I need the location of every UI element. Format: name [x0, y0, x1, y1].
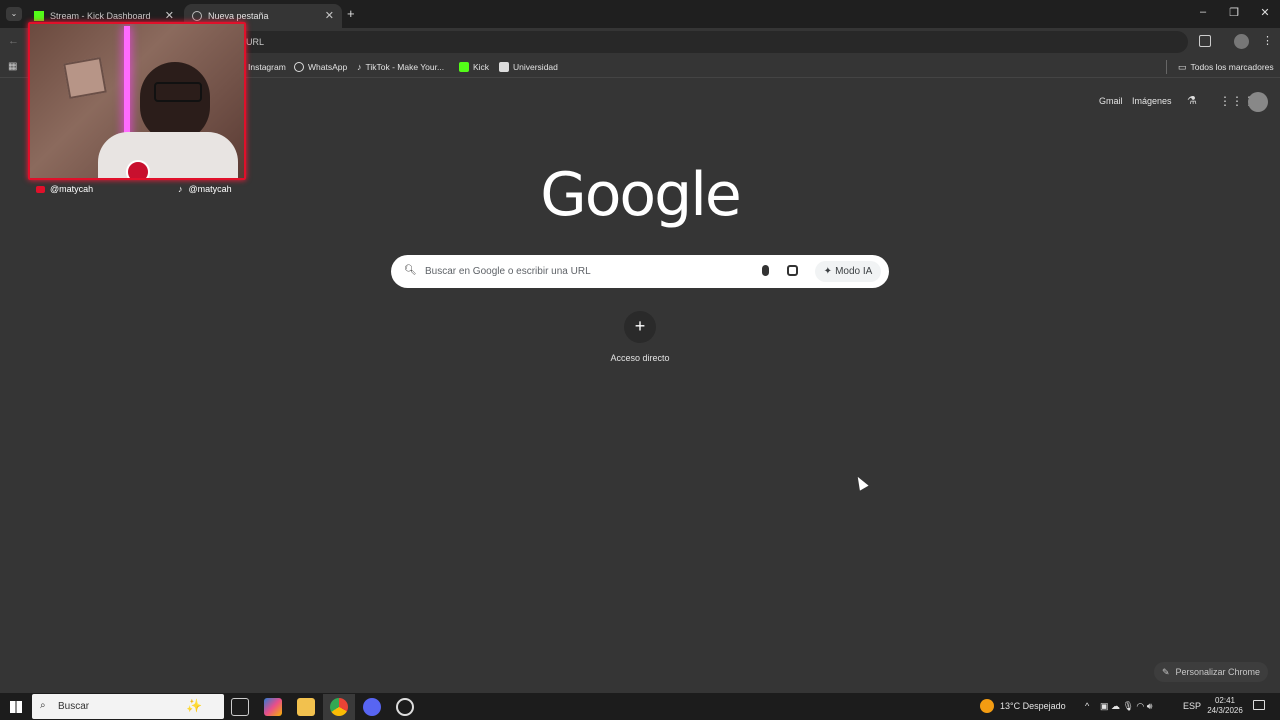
person-body — [98, 132, 238, 178]
omnibox-text: URL — [246, 37, 265, 47]
bookmark-instagram[interactable]: Instagram — [248, 60, 286, 74]
bookmark-label: Kick — [473, 62, 490, 72]
copilot-icon[interactable] — [264, 698, 282, 716]
club-badge — [126, 160, 150, 178]
language-indicator[interactable]: ESP — [1183, 701, 1201, 711]
bookmark-kick[interactable]: Kick — [459, 60, 489, 74]
bookmark-whatsapp[interactable]: WhatsApp — [294, 60, 347, 74]
labs-flask-icon[interactable]: ⚗ — [1187, 94, 1197, 107]
sparkle-search-icon: ✦ — [823, 266, 833, 277]
bookmark-label: TikTok - Make Your... — [365, 62, 445, 72]
voice-search-icon[interactable] — [762, 265, 769, 276]
search-icon: 🔍︎ — [404, 265, 417, 276]
webcam-overlay — [28, 22, 246, 180]
all-bookmarks-button[interactable]: ▭ Todos los marcadores — [1178, 60, 1274, 74]
gmail-link[interactable]: Gmail — [1099, 96, 1123, 106]
tiktok-handle: ♪ @matycah — [178, 184, 232, 194]
bookmark-tiktok[interactable]: ♪ TikTok - Make Your... — [357, 60, 444, 74]
whatsapp-icon — [294, 62, 304, 72]
weather-text[interactable]: 13°C Despejado — [1000, 701, 1066, 711]
extensions-icon[interactable] — [1199, 35, 1211, 47]
lens-camera-icon[interactable] — [787, 265, 798, 276]
tiktok-icon: ♪ — [178, 184, 183, 194]
windows-start-icon[interactable] — [10, 701, 22, 713]
restore-icon[interactable]: ❐ — [1219, 6, 1249, 19]
kick-icon — [459, 62, 469, 72]
tray-overflow-icon[interactable]: ^ — [1085, 701, 1089, 711]
youtube-handle-text: @matycah — [50, 184, 94, 194]
notifications-icon[interactable] — [1253, 700, 1265, 710]
tiktok-handle-text: @matycah — [188, 184, 232, 194]
bookmark-label: Instagram — [248, 62, 286, 72]
bookmarks-divider — [1166, 60, 1167, 74]
glasses — [154, 82, 202, 102]
tab-title: Stream - Kick Dashboard — [50, 11, 151, 21]
close-tab-icon[interactable]: ✕ — [325, 9, 334, 22]
file-explorer-icon[interactable] — [297, 698, 315, 716]
weather-icon — [980, 699, 994, 713]
account-avatar[interactable] — [1248, 92, 1268, 112]
apps-grid-icon[interactable]: ▦ — [8, 61, 17, 72]
folder-icon — [499, 62, 509, 72]
close-tab-icon[interactable]: ✕ — [165, 9, 174, 22]
pencil-icon: ✎ — [1161, 666, 1170, 677]
kick-icon — [34, 11, 44, 21]
clock-time: 02:41 — [1214, 696, 1236, 705]
chrome-taskbar-icon[interactable] — [330, 698, 348, 716]
customize-chrome-button[interactable]: ✎ Personalizar Chrome — [1154, 662, 1268, 682]
tab-title: Nueva pestaña — [208, 11, 269, 21]
ai-mode-button[interactable]: ✦ Modo IA — [815, 261, 881, 282]
folder-icon: ▭ — [1178, 61, 1187, 72]
bookmark-universidad[interactable]: Universidad — [499, 60, 558, 74]
minimize-icon[interactable]: – — [1188, 6, 1218, 18]
clock-date: 24/3/2026 — [1207, 706, 1243, 715]
search-icon: ⌕ — [40, 700, 46, 711]
obs-icon[interactable] — [396, 698, 414, 716]
menu-icon[interactable]: ⋮ — [1262, 34, 1273, 47]
search-input[interactable]: Buscar en Google o escribir una URL — [425, 266, 591, 277]
ai-mode-label: Modo IA — [835, 266, 873, 277]
tray-app-icons[interactable]: ▣ ☁ 🎙︎ ◠ 🔊︎ — [1100, 701, 1152, 712]
google-logo: Google — [540, 160, 742, 230]
close-window-icon[interactable]: ✕ — [1250, 6, 1280, 19]
mouse-cursor — [853, 474, 869, 491]
back-icon[interactable]: ← — [8, 35, 19, 47]
bookmark-label: Universidad — [513, 62, 558, 72]
tiktok-icon: ♪ — [357, 62, 362, 72]
person-head — [140, 62, 210, 142]
bookmark-label: WhatsApp — [308, 62, 348, 72]
youtube-icon — [36, 185, 45, 193]
images-link[interactable]: Imágenes — [1132, 96, 1172, 106]
add-shortcut-button[interactable]: + — [624, 311, 656, 343]
add-shortcut-label: Acceso directo — [610, 353, 670, 363]
all-bookmarks-label: Todos los marcadores — [1190, 62, 1274, 72]
clock[interactable]: 02:41 24/3/2026 — [1203, 696, 1247, 716]
discord-icon[interactable] — [363, 698, 381, 716]
new-tab-icon[interactable]: + — [347, 6, 355, 21]
wall-picture — [63, 56, 107, 100]
customize-label: Personalizar Chrome — [1175, 667, 1261, 677]
taskbar-search-text: Buscar — [58, 701, 90, 712]
chrome-icon — [192, 11, 202, 21]
profile-avatar[interactable] — [1234, 34, 1249, 49]
youtube-handle: @matycah — [36, 184, 93, 194]
copilot-sparkle-icon: ✨ — [186, 698, 203, 713]
tab-search-button[interactable]: ⌄ — [6, 7, 22, 21]
task-view-icon[interactable] — [231, 698, 249, 716]
